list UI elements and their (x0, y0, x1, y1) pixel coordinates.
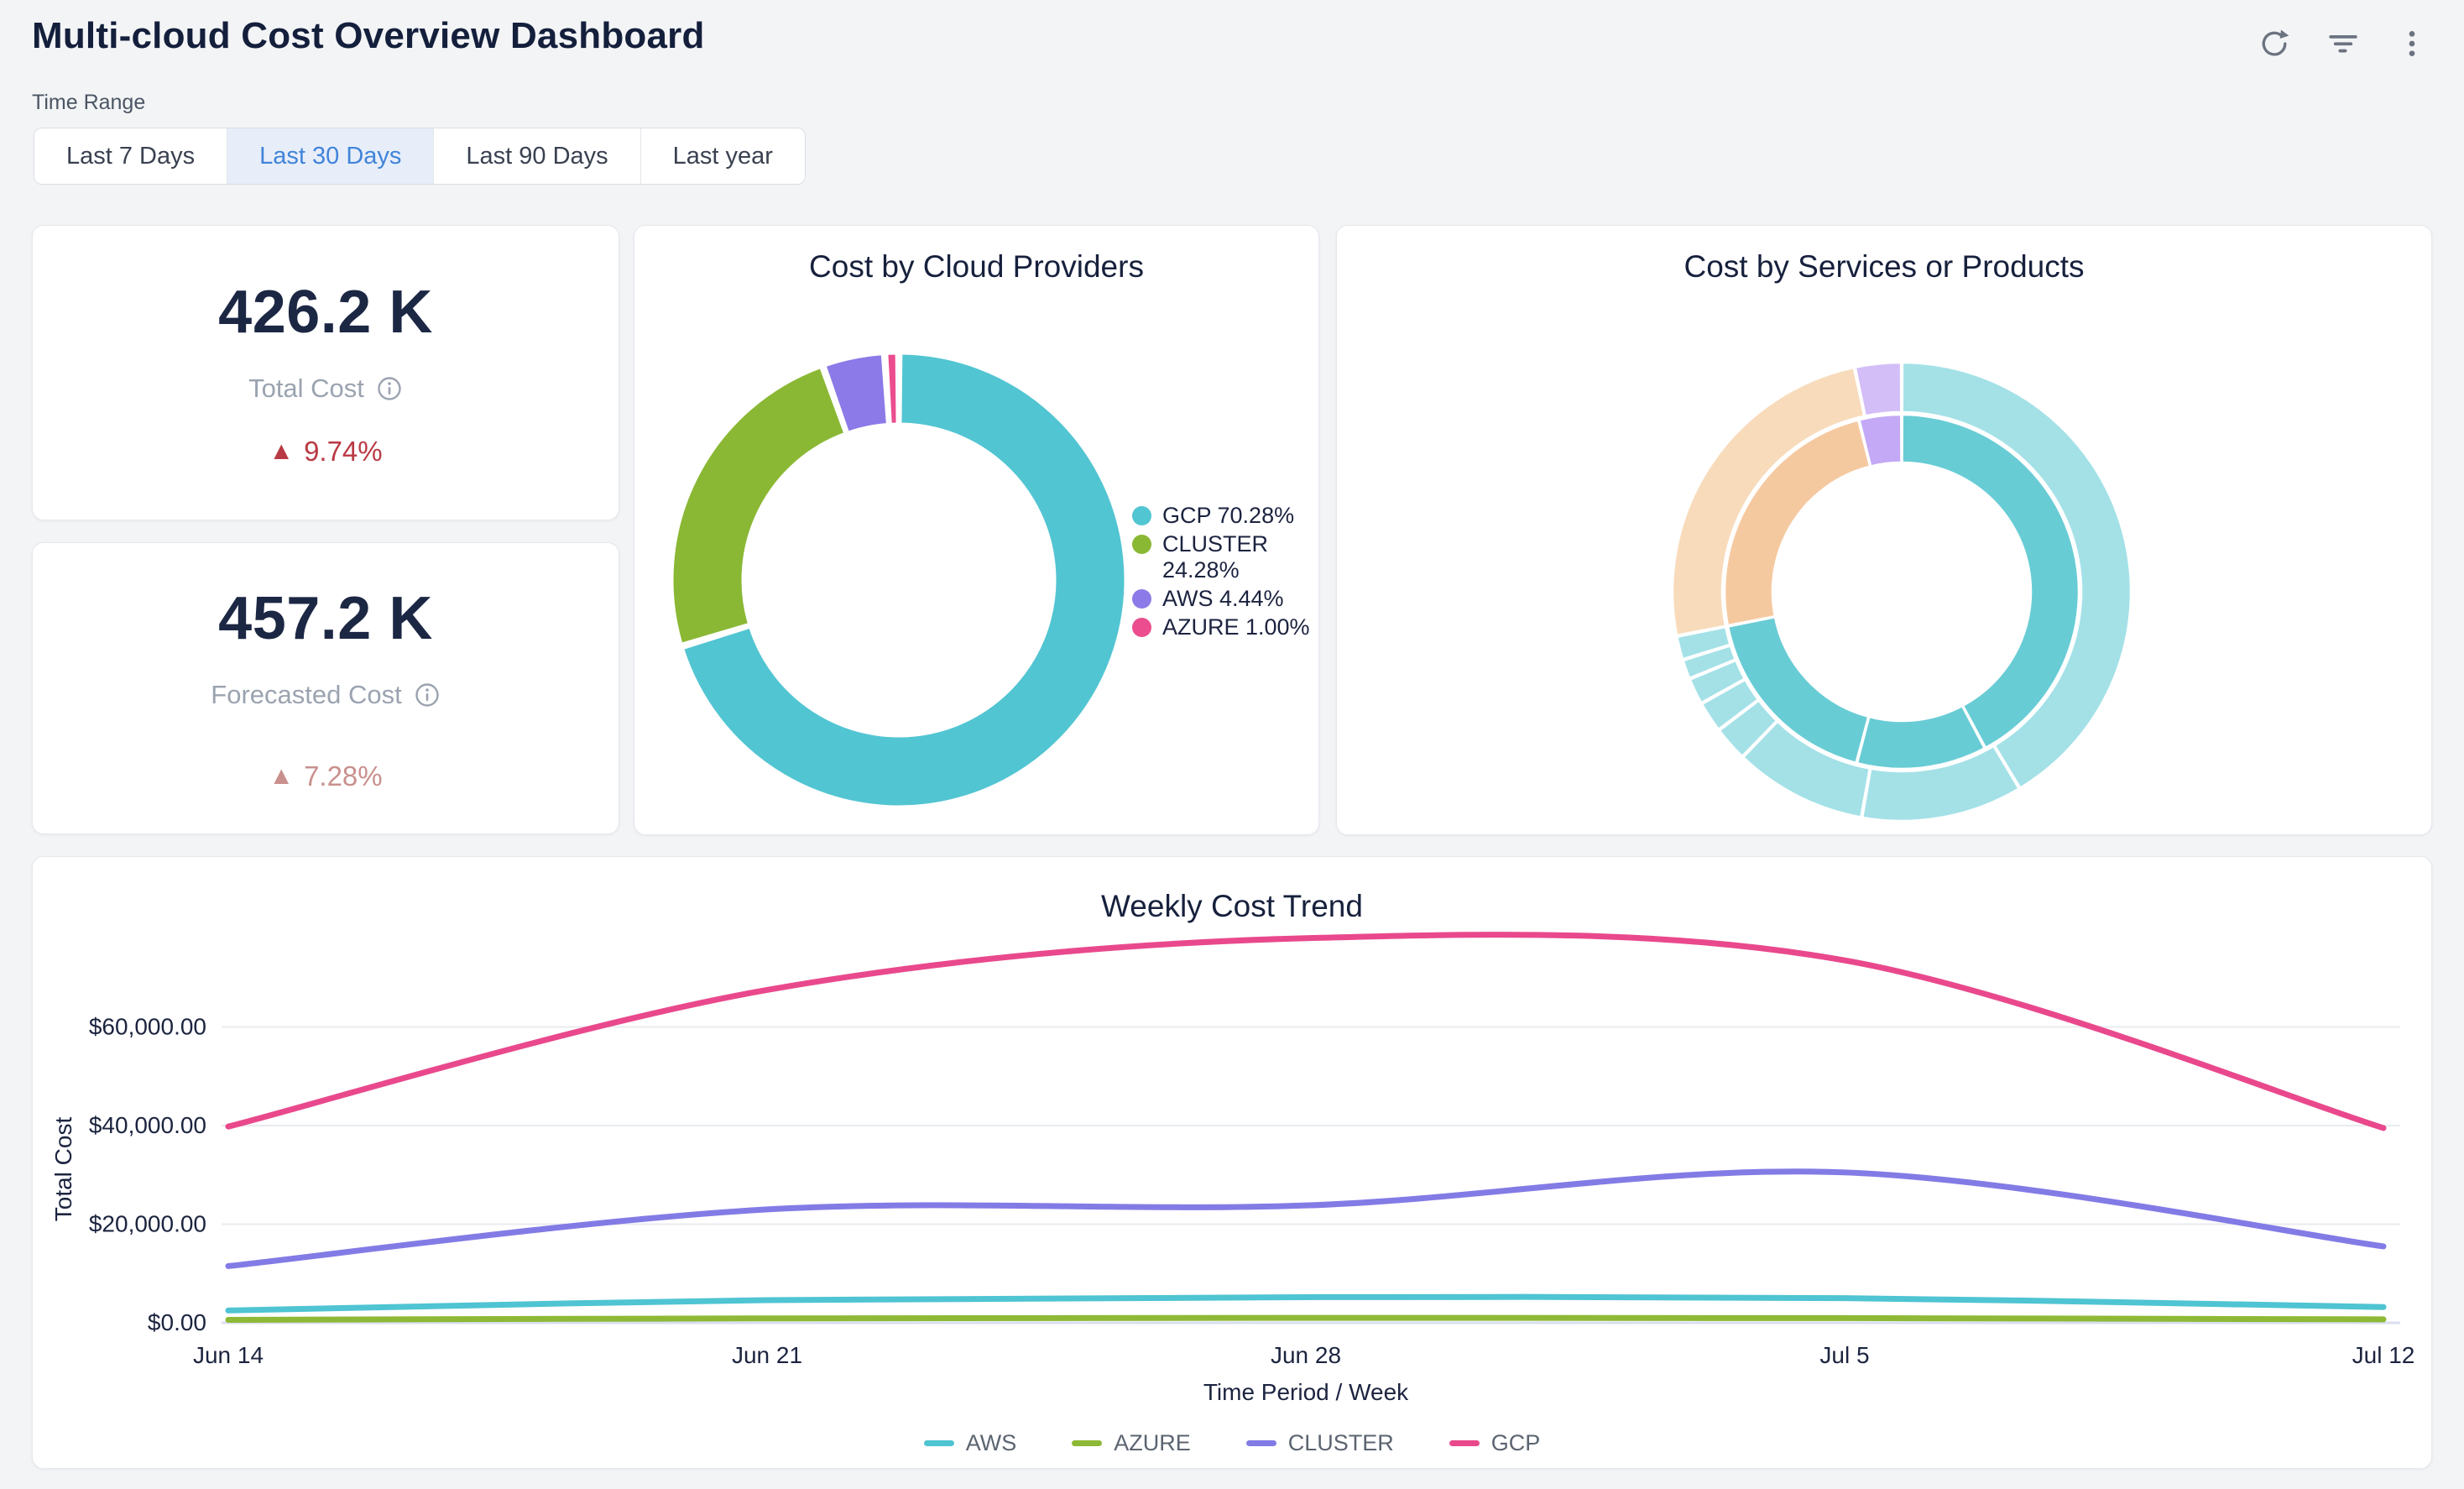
weekly-cost-trend-chart[interactable]: $0.00 $20,000.00 $40,000.00 $60,000.00 Jun 1… (33, 857, 2433, 1470)
forecasted-cost-kpi-card: 457.2 K Forecasted Cost ▲ 7.28% (32, 542, 619, 834)
legend-item[interactable]: CLUSTER (1246, 1430, 1394, 1456)
kpi-value: 426.2 K (218, 278, 433, 347)
kpi-label: Total Cost (248, 374, 364, 404)
legend-item[interactable]: AWS (924, 1430, 1017, 1456)
legend-label: GCP 70.28% (1162, 503, 1294, 529)
donut-segment[interactable] (672, 368, 845, 645)
y-axis-tick-label: $20,000.00 (89, 1211, 206, 1237)
x-axis-tick-label: Jun 28 (1271, 1342, 1341, 1368)
x-axis-title: Time Period / Week (1203, 1379, 1409, 1405)
legend-item[interactable]: AZURE 1.00% (1132, 614, 1313, 640)
y-axis-tick-label: $0.00 (148, 1309, 206, 1335)
legend-item[interactable]: CLUSTER 24.28% (1132, 531, 1313, 583)
legend-label: AZURE (1114, 1430, 1191, 1456)
total-cost-kpi-card: 426.2 K Total Cost ▲ 9.74% (32, 225, 619, 520)
y-axis-tick-label: $60,000.00 (89, 1014, 206, 1040)
legend-item[interactable]: GCP 70.28% (1132, 503, 1313, 529)
chart-title: Cost by Services or Products (1337, 249, 2431, 285)
trend-line-aws[interactable] (228, 1297, 2383, 1310)
time-range-option[interactable]: Last 7 Days (34, 128, 227, 184)
legend-line-icon (1246, 1440, 1276, 1446)
x-axis-tick-label: Jun 14 (193, 1342, 264, 1368)
legend-item[interactable]: AWS 4.44% (1132, 586, 1313, 612)
time-range-label: Time Range (32, 91, 145, 115)
header-actions (2256, 25, 2430, 62)
donut-segment[interactable] (887, 353, 897, 424)
services-sunburst-chart[interactable] (1337, 226, 2433, 836)
legend-dot-icon (1132, 535, 1151, 554)
legend-line-icon (1072, 1440, 1102, 1446)
x-axis-tick-label: Jun 21 (732, 1342, 802, 1368)
arrow-up-icon: ▲ (269, 764, 294, 789)
legend-dot-icon (1132, 506, 1151, 525)
legend-line-icon (924, 1440, 954, 1446)
legend-item[interactable]: GCP (1449, 1430, 1541, 1456)
cost-by-providers-card: Cost by Cloud Providers GCP 70.28%CLUSTE… (634, 225, 1319, 835)
x-axis-tick-label: Jul 12 (2352, 1342, 2415, 1368)
time-range-option[interactable]: Last 30 Days (227, 128, 433, 184)
kpi-delta: ▲ 7.28% (269, 760, 382, 792)
legend-label: AWS 4.44% (1162, 586, 1284, 612)
info-icon[interactable] (414, 682, 441, 708)
time-range-option[interactable]: Last year (640, 128, 805, 184)
legend-label: GCP (1491, 1430, 1541, 1456)
kpi-label: Forecasted Cost (211, 680, 401, 710)
refresh-icon[interactable] (2256, 25, 2293, 62)
weekly-cost-trend-card: Weekly Cost Trend $0.00$20,000.00$40,000… (32, 856, 2432, 1469)
legend-dot-icon (1132, 589, 1151, 609)
legend-item[interactable]: AZURE (1072, 1430, 1191, 1456)
legend-line-icon (1449, 1440, 1480, 1446)
chart-title: Cost by Cloud Providers (634, 249, 1318, 285)
kpi-delta: ▲ 9.74% (269, 436, 382, 468)
arrow-up-icon: ▲ (269, 439, 294, 464)
y-axis-tick-label: $40,000.00 (89, 1112, 206, 1138)
legend-label: CLUSTER (1288, 1430, 1394, 1456)
legend-label: AWS (966, 1430, 1017, 1456)
legend-dot-icon (1132, 618, 1151, 637)
legend-label: CLUSTER 24.28% (1162, 531, 1313, 583)
filter-icon[interactable] (2325, 25, 2362, 62)
info-icon[interactable] (376, 375, 403, 402)
kpi-value: 457.2 K (218, 584, 433, 653)
trend-chart-legend: AWS AZURE CLUSTER GCP (33, 1430, 2431, 1456)
page-title: Multi-cloud Cost Overview Dashboard (32, 15, 705, 57)
time-range-segmented-control: Last 7 DaysLast 30 DaysLast 90 DaysLast … (34, 128, 806, 185)
trend-line-cluster[interactable] (228, 1172, 2383, 1267)
trend-line-gcp[interactable] (228, 935, 2383, 1128)
time-range-option[interactable]: Last 90 Days (433, 128, 639, 184)
providers-donut-legend: GCP 70.28%CLUSTER 24.28% AWS 4.44%AZURE 1… (1132, 503, 1313, 640)
trend-line-azure[interactable] (228, 1318, 2383, 1319)
legend-label: AZURE 1.00% (1162, 614, 1310, 640)
x-axis-tick-label: Jul 5 (1819, 1342, 1869, 1368)
cost-by-services-card: Cost by Services or Products (1336, 225, 2432, 835)
y-axis-title: Total Cost (50, 1117, 76, 1222)
kebab-menu-icon[interactable] (2394, 25, 2430, 62)
